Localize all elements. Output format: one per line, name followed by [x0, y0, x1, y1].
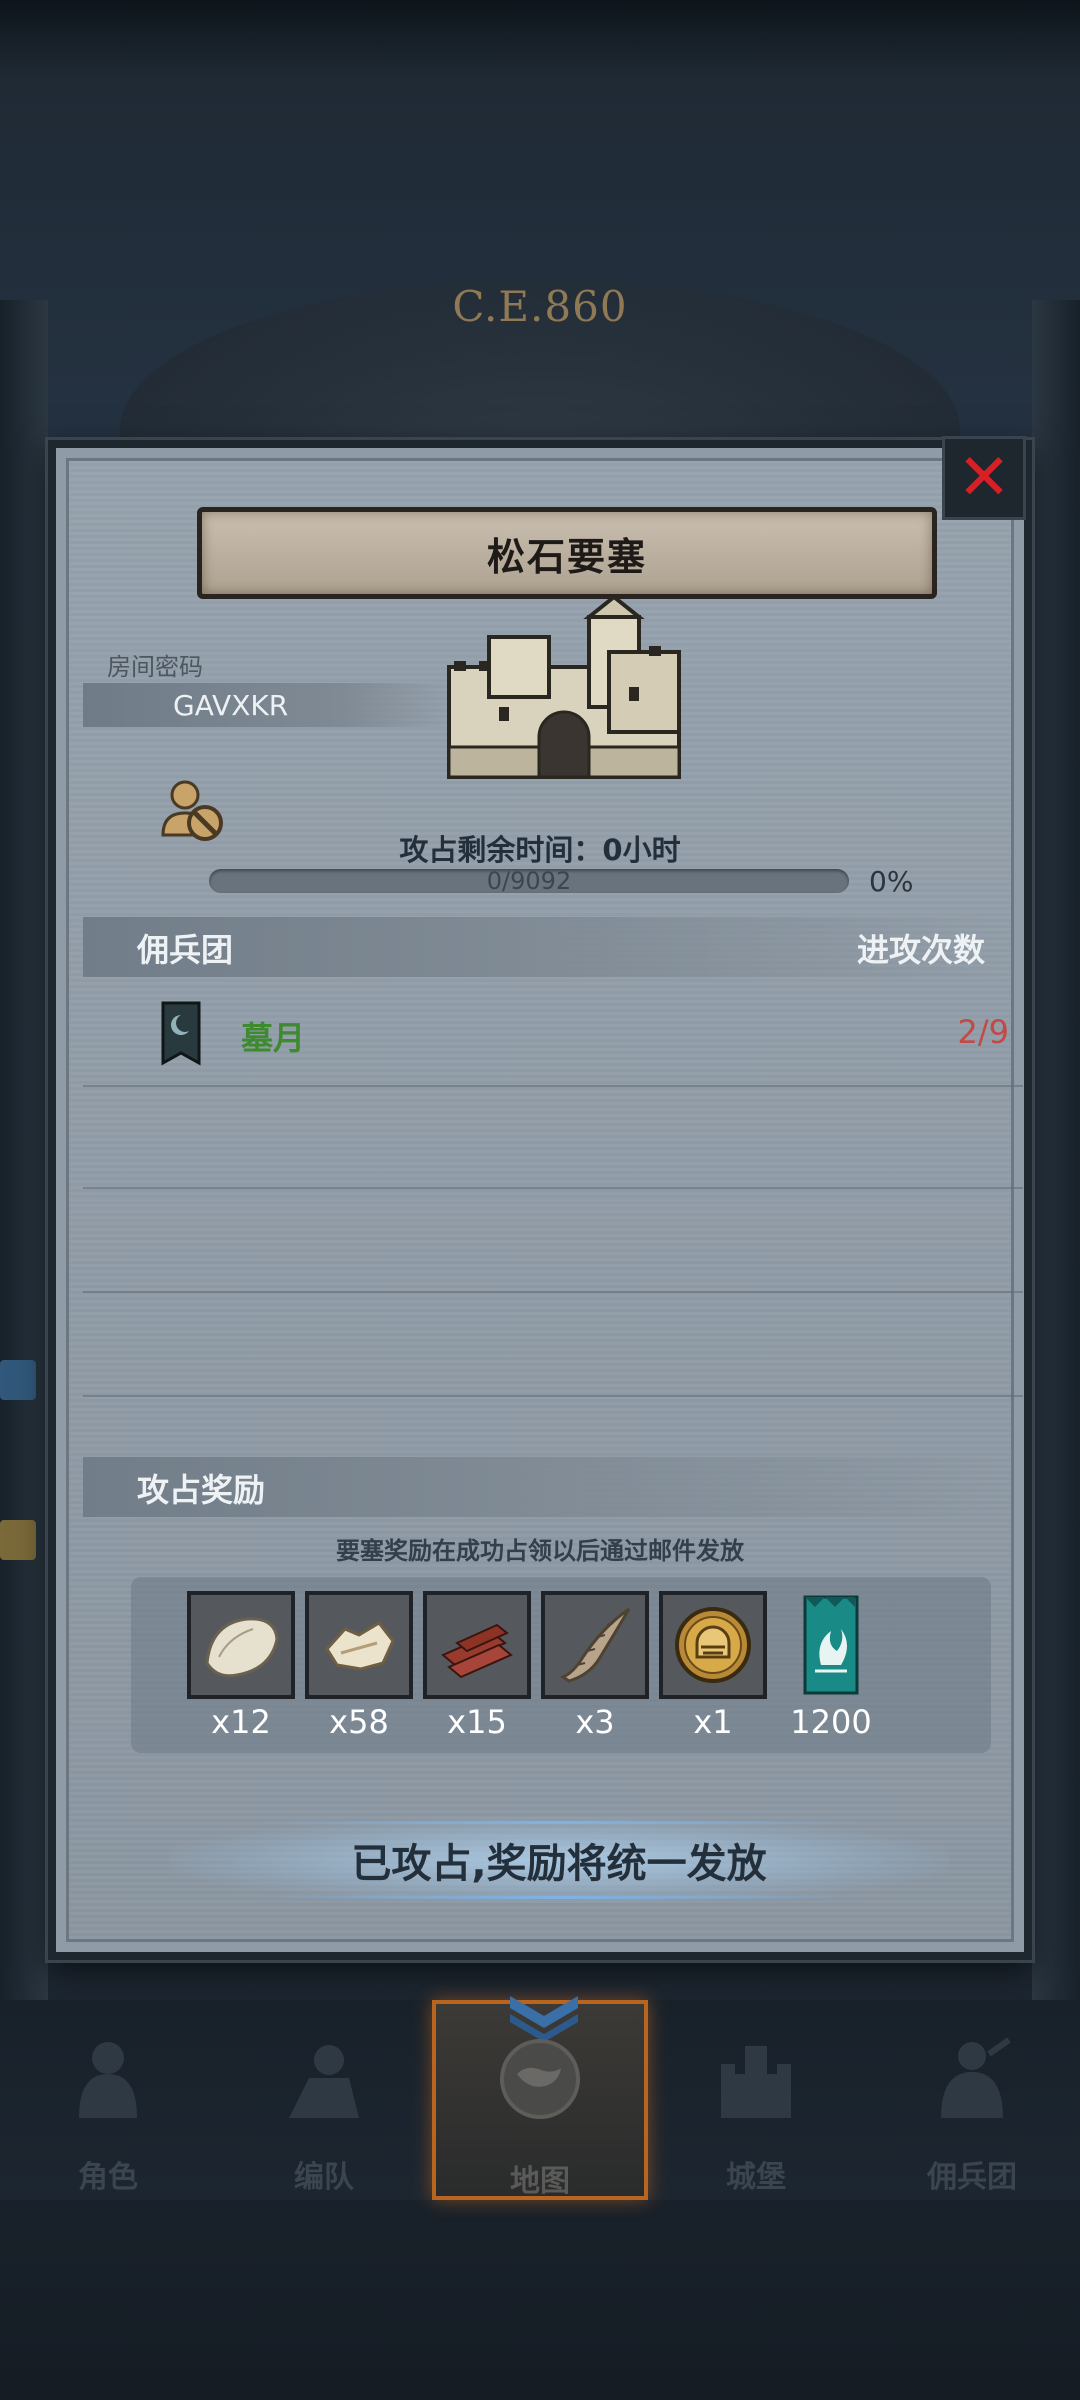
reward-item[interactable]: x12 [187, 1591, 295, 1741]
era-label: C.E.860 [452, 282, 628, 331]
row-divider [83, 1085, 1023, 1087]
reward-slot[interactable] [423, 1591, 531, 1699]
fortress-title: 松石要塞 [197, 507, 937, 599]
nav-label: 角色 [78, 2160, 138, 2195]
nav-item-mercenary[interactable]: 佣兵团 [864, 2000, 1080, 2200]
right-side-background [1032, 300, 1080, 2000]
bottom-nav: 角色 编队 地图 城堡 佣兵团 [0, 1996, 1080, 2200]
left-side-background [0, 300, 48, 2000]
guild-banner-icon [161, 1001, 201, 1066]
wood-planks-icon [441, 1623, 513, 1679]
nav-item-map[interactable]: 地图 [432, 1996, 648, 2200]
helmet-coin-icon [675, 1607, 751, 1683]
rewards-note: 要塞奖励在成功占领以后通过邮件发放 [336, 1537, 744, 1565]
leather-icon [325, 1621, 395, 1671]
reward-list: x12 x58 x15 x3 x1 1200 [131, 1577, 991, 1753]
nav-label: 城堡 [726, 2160, 786, 2195]
row-divider [83, 1395, 1023, 1397]
nav-item-character[interactable]: 角色 [0, 2000, 216, 2200]
reward-item[interactable]: x3 [541, 1591, 649, 1741]
nav-item-formation[interactable]: 编队 [216, 2000, 432, 2200]
reward-slot[interactable] [777, 1591, 885, 1699]
dialog-body: 松石要塞 房间密码 GAVXKR 攻占剩余时间：0小时 0/9092 0% 佣兵… [66, 458, 1023, 1942]
reward-item[interactable]: x1 [659, 1591, 767, 1741]
horn-icon [559, 1607, 631, 1683]
reward-item[interactable]: 1200 [777, 1591, 885, 1741]
reward-slot[interactable] [659, 1591, 767, 1699]
guild-row[interactable]: 墓月 2/9 [83, 1001, 1023, 1071]
reward-quantity: x12 [211, 1703, 271, 1741]
row-divider [83, 1187, 1023, 1189]
reward-quantity: x15 [447, 1703, 507, 1741]
nav-item-castle[interactable]: 城堡 [648, 2000, 864, 2200]
side-target-icon[interactable] [0, 1520, 36, 1560]
fortress-dialog: 松石要塞 房间密码 GAVXKR 攻占剩余时间：0小时 0/9092 0% 佣兵… [48, 436, 1032, 1960]
nav-label: 地图 [510, 2164, 570, 2199]
map-icon [500, 2039, 580, 2119]
guild-banner-icon [803, 1595, 859, 1695]
hide-icon [205, 1617, 279, 1678]
reward-quantity: x1 [693, 1703, 733, 1741]
rewards-section-title: 攻占奖励 [137, 1471, 266, 1509]
capture-progress-bar: 0/9092 [209, 869, 849, 893]
nav-label: 编队 [294, 2160, 354, 2195]
side-shortcut-icon[interactable] [0, 1360, 36, 1400]
formation-icon [289, 2045, 359, 2118]
knight-icon [79, 2042, 137, 2118]
reward-slot[interactable] [187, 1591, 295, 1699]
reward-item[interactable]: x15 [423, 1591, 531, 1741]
close-button[interactable]: ✕ [942, 436, 1026, 520]
mercenary-section-title: 佣兵团 [137, 931, 234, 969]
reward-quantity: x3 [575, 1703, 615, 1741]
screen: C.E.860 松石要塞 房间密码 GAVXKR 攻占剩余时间：0小时 0/90… [0, 0, 1080, 2400]
attack-count-header: 进攻次数 [856, 931, 985, 969]
reward-slot[interactable] [305, 1591, 413, 1699]
guild-attack-count: 2/9 [957, 1013, 1010, 1051]
castle-icon [721, 2046, 791, 2118]
reward-item[interactable]: x58 [305, 1591, 413, 1741]
mercenary-icon [941, 2037, 1011, 2118]
close-x-icon: ✕ [957, 441, 1011, 515]
fortress-castle-icon [447, 597, 681, 779]
capture-progress-text: 0/9092 [486, 867, 572, 895]
reward-quantity: 1200 [790, 1703, 872, 1741]
room-password-label: 房间密码 [107, 653, 203, 681]
claim-rewards-button[interactable]: 已攻占,奖励将统一发放 [169, 1817, 949, 1903]
capture-time-remaining: 攻占剩余时间：0小时 [399, 833, 681, 867]
capture-progress-percent: 0% [869, 865, 914, 898]
room-password-value: GAVXKR [83, 683, 453, 727]
guild-name: 墓月 [241, 1019, 306, 1057]
row-divider [83, 1291, 1023, 1293]
reward-quantity: x58 [329, 1703, 389, 1741]
reward-slot[interactable] [541, 1591, 649, 1699]
nav-label: 佣兵团 [927, 2160, 1017, 2195]
